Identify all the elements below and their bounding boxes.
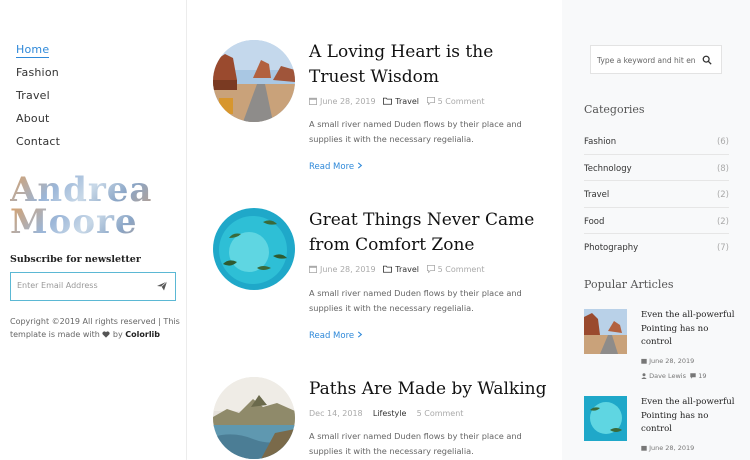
calendar-icon	[641, 445, 647, 451]
nav-item-travel[interactable]: Travel	[16, 88, 60, 111]
popular-date-text: June 28, 2019	[649, 357, 695, 365]
folder-icon	[383, 97, 393, 105]
comment-icon	[690, 372, 696, 379]
post-title[interactable]: A Loving Heart is the Truest Wisdom	[309, 40, 549, 90]
search-box: Type a keyword and hit enter	[590, 45, 722, 74]
category-item-photography[interactable]: Photography (7)	[584, 234, 729, 261]
chevron-right-icon	[357, 162, 363, 169]
popular-article-thumbnail[interactable]	[584, 396, 627, 441]
nav-item-home[interactable]: Home	[16, 42, 60, 65]
popular-article-title[interactable]: Even the all-powerful Pointing has no co…	[641, 396, 736, 437]
category-item-fashion[interactable]: Fashion (6)	[584, 128, 729, 155]
post-thumbnail[interactable]	[213, 208, 295, 290]
search-icon[interactable]	[702, 55, 712, 65]
category-name: Technology	[584, 163, 632, 174]
popular-author[interactable]: Dave Lewis	[649, 372, 686, 380]
calendar-icon	[641, 358, 647, 364]
category-name: Food	[584, 216, 605, 227]
read-more-label: Read More	[309, 162, 355, 172]
newsletter-form: Enter Email Address	[10, 272, 176, 301]
post-date[interactable]: June 28, 2019	[320, 97, 376, 106]
post-title[interactable]: Paths Are Made by Walking	[309, 377, 549, 402]
popular-article-thumbnail[interactable]	[584, 309, 627, 354]
category-count: (6)	[716, 137, 729, 147]
user-icon	[641, 372, 647, 379]
post-thumbnail[interactable]	[213, 40, 295, 122]
nav-item-fashion[interactable]: Fashion	[16, 65, 60, 88]
comment-icon	[426, 97, 435, 105]
paper-plane-icon[interactable]	[156, 280, 168, 292]
post-comments[interactable]: 5 Comment	[438, 265, 485, 274]
popular-article-date: June 28, 2019	[641, 444, 694, 452]
post-excerpt: A small river named Duden flows by their…	[309, 431, 522, 456]
read-more-label: Read More	[309, 331, 355, 341]
post-title[interactable]: Great Things Never Came from Comfort Zon…	[309, 208, 549, 258]
copyright-by: by	[112, 330, 123, 339]
post-meta: Dec 14, 2018 Lifestyle 5 Comment	[309, 409, 463, 418]
newsletter-email-input[interactable]: Enter Email Address	[17, 281, 98, 290]
category-name: Fashion	[584, 137, 617, 147]
category-list: Fashion (6) Technology (8) Travel (2) Fo…	[584, 128, 729, 261]
search-input[interactable]: Type a keyword and hit enter	[597, 56, 695, 65]
posts-column: A Loving Heart is the Truest Wisdom June…	[187, 0, 562, 460]
copyright-text: Copyright ©2019 All rights reserved | Th…	[10, 315, 180, 341]
post-comments[interactable]: 5 Comment	[438, 97, 485, 106]
post-excerpt: A small river named Duden flows by their…	[309, 288, 522, 313]
site-logo[interactable]: Andrea Moore	[10, 173, 170, 239]
nav-item-about[interactable]: About	[16, 111, 60, 134]
main-nav: Home Fashion Travel About Contact	[16, 42, 60, 157]
post-date[interactable]: Dec 14, 2018	[309, 409, 363, 418]
calendar-icon	[309, 97, 317, 105]
category-item-food[interactable]: Food (2)	[584, 208, 729, 234]
nav-label: Home	[16, 43, 50, 58]
categories-title: Categories	[584, 103, 645, 116]
popular-articles-title: Popular Articles	[584, 278, 674, 291]
post-meta: June 28, 2019 Travel 5 Comment	[309, 265, 484, 274]
category-name: Travel	[584, 190, 610, 200]
chevron-right-icon	[357, 331, 363, 338]
post-category[interactable]: Travel	[395, 265, 419, 274]
post-category[interactable]: Travel	[395, 97, 419, 106]
heart-icon	[102, 331, 110, 338]
calendar-icon	[309, 265, 317, 273]
popular-comments[interactable]: 19	[698, 372, 706, 380]
post-thumbnail[interactable]	[213, 377, 295, 459]
read-more-link[interactable]: Read More	[309, 162, 363, 172]
category-item-travel[interactable]: Travel (2)	[584, 181, 729, 208]
nav-item-contact[interactable]: Contact	[16, 134, 60, 157]
logo-last-name: Moore	[10, 205, 170, 239]
post-comments[interactable]: 5 Comment	[417, 409, 464, 418]
category-name: Photography	[584, 243, 639, 253]
left-sidebar: Home Fashion Travel About Contact Andrea…	[0, 0, 187, 460]
colorlib-link[interactable]: Colorlib	[125, 330, 160, 339]
post-meta: June 28, 2019 Travel 5 Comment	[309, 97, 484, 106]
post-category[interactable]: Lifestyle	[373, 409, 407, 418]
category-count: (8)	[716, 163, 729, 174]
folder-icon	[383, 265, 393, 273]
post-date[interactable]: June 28, 2019	[320, 265, 376, 274]
post-excerpt: A small river named Duden flows by their…	[309, 119, 522, 144]
popular-article-title[interactable]: Even the all-powerful Pointing has no co…	[641, 309, 736, 350]
category-count: (2)	[716, 190, 729, 200]
read-more-link[interactable]: Read More	[309, 331, 363, 341]
popular-article-date: June 28, 2019	[641, 357, 694, 365]
popular-article-meta: Dave Lewis 19	[641, 372, 707, 380]
category-count: (7)	[716, 243, 729, 253]
category-count: (2)	[716, 216, 729, 227]
comment-icon	[426, 265, 435, 273]
category-item-technology[interactable]: Technology (8)	[584, 155, 729, 181]
popular-date-text: June 28, 2019	[649, 444, 695, 452]
right-sidebar: Type a keyword and hit enter Categories …	[562, 0, 750, 460]
subscribe-title: Subscribe for newsletter	[10, 254, 141, 265]
